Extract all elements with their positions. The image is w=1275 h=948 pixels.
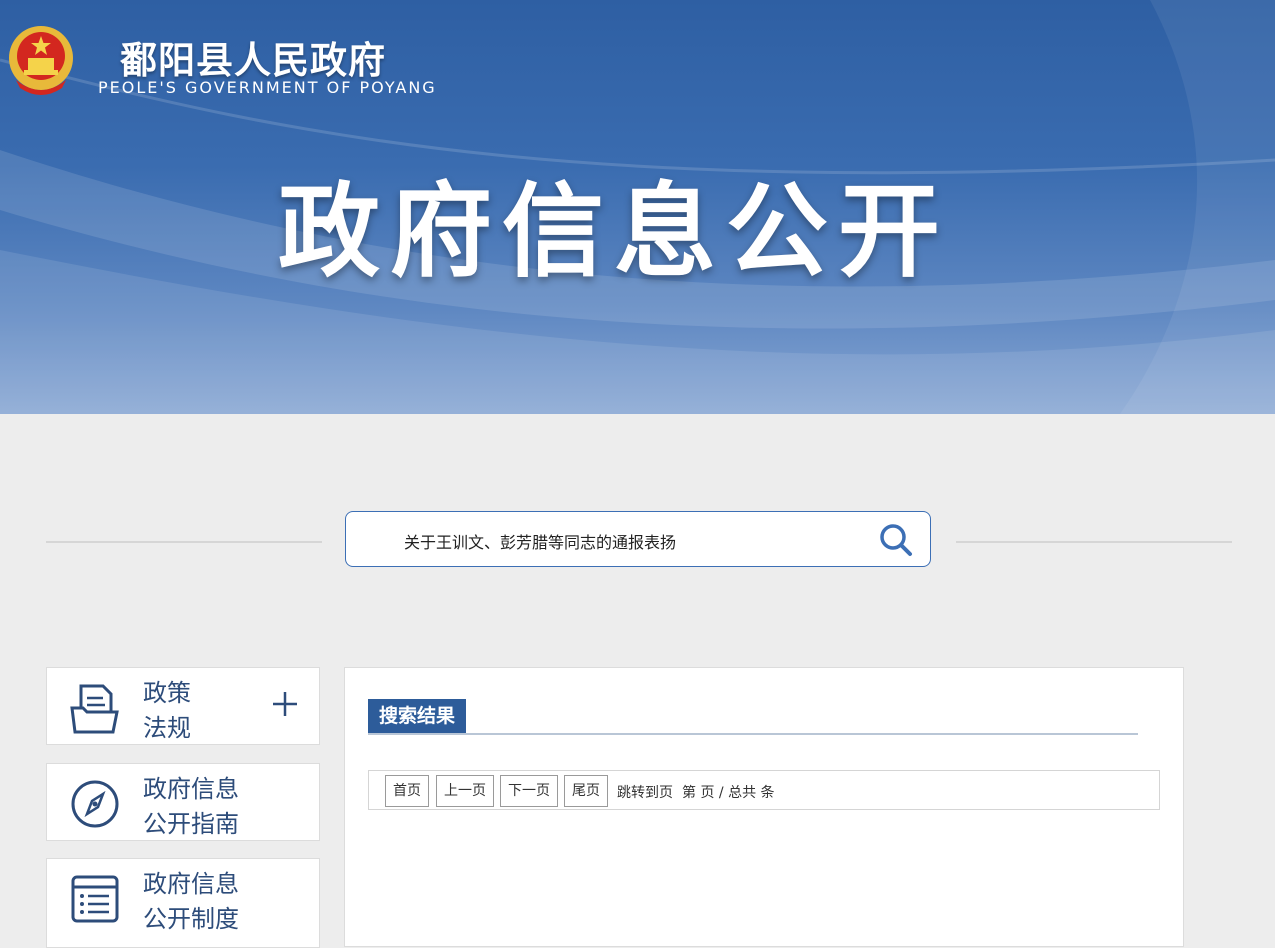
- national-emblem-icon: [9, 26, 73, 95]
- plus-icon[interactable]: [271, 690, 299, 718]
- list-icon: [71, 875, 119, 923]
- search-box: [345, 511, 931, 567]
- first-page-button[interactable]: 首页: [385, 775, 429, 807]
- compass-icon: [71, 780, 119, 828]
- document-folder-icon: [70, 684, 119, 734]
- site-subtitle: PEOLE'S GOVERNMENT OF POYANG: [98, 78, 437, 97]
- search-icon[interactable]: [878, 522, 914, 558]
- search-input[interactable]: [402, 526, 866, 556]
- pagination-bar: 首页 上一页 下一页 尾页 跳转到页 第 页 / 总共 条: [368, 770, 1160, 810]
- sidebar-item-label: 政策 法规: [143, 679, 191, 742]
- page-info-text: 第 页 / 总共 条: [682, 785, 775, 801]
- sidebar-item-policy-regulations[interactable]: 政策 法规: [46, 667, 320, 745]
- sidebar-item-disclosure-guide[interactable]: 政府信息 公开指南: [46, 763, 320, 841]
- sidebar-item-label: 政府信息 公开指南: [143, 775, 239, 838]
- header-banner: 鄱阳县人民政府 PEOLE'S GOVERNMENT OF POYANG 政府信…: [0, 0, 1275, 414]
- divider-right: [956, 541, 1232, 543]
- hero-title: 政府信息公开: [278, 173, 950, 292]
- prev-page-button[interactable]: 上一页: [436, 775, 494, 807]
- sidebar-item-disclosure-system[interactable]: 政府信息 公开制度: [46, 858, 320, 948]
- next-page-button[interactable]: 下一页: [500, 775, 558, 807]
- jump-to-page-link[interactable]: 跳转到页: [617, 782, 673, 802]
- divider-left: [46, 541, 322, 543]
- last-page-button[interactable]: 尾页: [564, 775, 608, 807]
- site-title: 鄱阳县人民政府: [120, 39, 386, 82]
- results-tab-underline: [368, 733, 1138, 735]
- sidebar-item-label: 政府信息 公开制度: [143, 870, 239, 933]
- results-tab-title: 搜索结果: [368, 699, 467, 733]
